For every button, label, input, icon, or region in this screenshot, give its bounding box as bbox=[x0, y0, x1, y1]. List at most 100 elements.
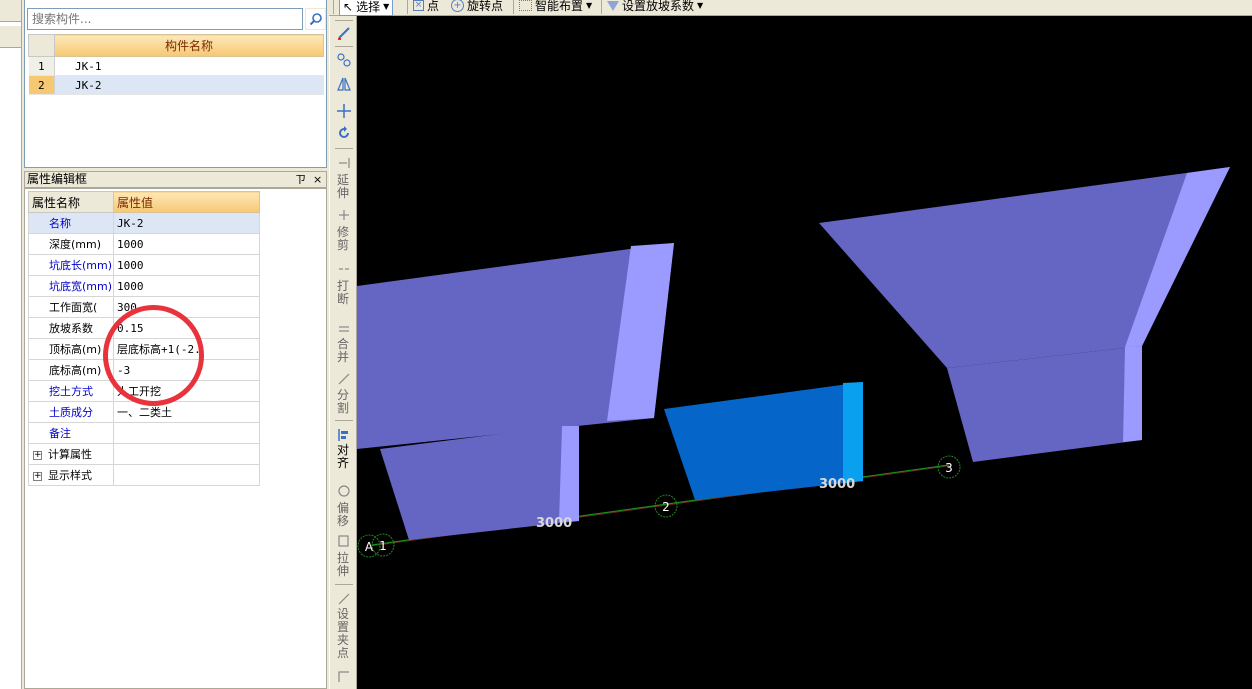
property-row[interactable]: 深度(mm) 1000 bbox=[28, 233, 260, 255]
set-slope-label: 设置放坡系数 bbox=[622, 0, 695, 13]
copy-icon bbox=[337, 53, 351, 67]
property-value[interactable]: 1000 bbox=[113, 275, 260, 297]
svg-text:1: 1 bbox=[379, 539, 387, 553]
row-number: 2 bbox=[28, 75, 55, 95]
mirror-button[interactable] bbox=[334, 75, 354, 93]
offset-icon bbox=[334, 482, 354, 500]
foundation-pit-3[interactable] bbox=[819, 167, 1230, 462]
property-value[interactable] bbox=[113, 422, 260, 444]
component-name[interactable]: JK-1 bbox=[54, 56, 324, 76]
empty-cell bbox=[113, 464, 260, 486]
trim-button[interactable]: 修剪 bbox=[336, 226, 350, 252]
merge-button[interactable]: 合并 bbox=[336, 338, 350, 364]
toolbar-separator bbox=[333, 0, 334, 14]
row-number-header bbox=[28, 34, 55, 57]
set-slope-button[interactable]: 设置放坡系数 ▼ bbox=[607, 0, 703, 14]
property-group[interactable]: + 显示样式 bbox=[28, 464, 114, 486]
split-button[interactable]: 分割 bbox=[336, 389, 350, 415]
drawing-canvas[interactable]: 3000 3000 A 1 2 3 bbox=[357, 16, 1252, 689]
toolbar-separator bbox=[407, 0, 408, 14]
component-name-header[interactable]: 构件名称 bbox=[54, 34, 324, 57]
property-group-row[interactable]: + 显示样式 bbox=[28, 464, 260, 486]
close-icon[interactable]: × bbox=[313, 172, 322, 187]
toolbar-separator bbox=[335, 46, 353, 47]
dropdown-arrow-icon[interactable]: ▼ bbox=[383, 2, 389, 11]
offset-button[interactable]: 偏移 bbox=[336, 502, 350, 528]
property-value[interactable]: 一、二类土 bbox=[113, 401, 260, 423]
grip-icon bbox=[334, 590, 354, 608]
dropdown-arrow-icon[interactable]: ▼ bbox=[586, 1, 592, 10]
component-list-panel: 构件名称 1 JK-1 2 JK-2 bbox=[24, 0, 327, 168]
property-value[interactable]: 1000 bbox=[113, 233, 260, 255]
select-label: 选择 bbox=[356, 0, 381, 14]
foundation-pit-1[interactable] bbox=[357, 243, 674, 540]
pin-icon[interactable]: ㄗ bbox=[295, 172, 306, 187]
stretch-button[interactable]: 拉伸 bbox=[336, 552, 350, 578]
property-row[interactable]: 备注 bbox=[28, 422, 260, 444]
property-row[interactable]: 坑底长(mm) 1000 bbox=[28, 254, 260, 276]
property-value[interactable]: JK-2 bbox=[113, 212, 260, 234]
dock-tab[interactable] bbox=[0, 26, 21, 48]
left-dock-strip bbox=[0, 0, 22, 689]
toolbar-separator bbox=[335, 420, 353, 421]
toolbar-separator bbox=[335, 584, 353, 585]
search-input[interactable] bbox=[27, 8, 303, 30]
dock-tab[interactable] bbox=[0, 0, 21, 22]
rotate-point-icon: + bbox=[451, 0, 464, 12]
edit-vertical-toolbar: 延伸 修剪 打断 合并 分割 对齐 偏移 拉伸 设置夹点 bbox=[329, 16, 357, 689]
property-group-row[interactable]: + 计算属性 bbox=[28, 443, 260, 465]
property-key: 坑底长(mm) bbox=[28, 254, 114, 276]
property-row[interactable]: 坑底宽(mm) 1000 bbox=[28, 275, 260, 297]
break-icon bbox=[334, 260, 354, 278]
annotation-circle bbox=[103, 305, 204, 406]
property-group[interactable]: + 计算属性 bbox=[28, 443, 114, 465]
property-group-label: 显示样式 bbox=[48, 469, 92, 482]
table-row-selected[interactable]: 2 JK-2 bbox=[28, 75, 324, 95]
set-grip-button[interactable]: 设置夹点 bbox=[336, 608, 350, 660]
scene-svg[interactable]: 3000 3000 A 1 2 3 bbox=[357, 16, 1252, 689]
empty-cell bbox=[113, 443, 260, 465]
search-button[interactable] bbox=[305, 8, 326, 30]
property-key: 名称 bbox=[28, 212, 114, 234]
smart-layout-button[interactable]: 智能布置 ▼ bbox=[519, 0, 592, 14]
cursor-icon: ↖ bbox=[343, 0, 354, 14]
rotate-button[interactable] bbox=[334, 124, 354, 142]
dimension-label: 3000 bbox=[536, 516, 572, 531]
property-panel-titlebar: 属性编辑框 ㄗ × bbox=[24, 171, 327, 188]
pen-tool-button[interactable] bbox=[334, 24, 354, 42]
pen-icon bbox=[338, 27, 350, 40]
component-name[interactable]: JK-2 bbox=[54, 75, 324, 95]
copy-button[interactable] bbox=[334, 51, 354, 69]
point-label: 点 bbox=[427, 0, 440, 13]
move-button[interactable] bbox=[334, 102, 354, 120]
point-icon: × bbox=[413, 0, 424, 11]
table-row[interactable]: 1 JK-1 bbox=[28, 56, 324, 76]
point-tool-button[interactable]: × 点 bbox=[413, 0, 439, 14]
property-key: 底标高(m) bbox=[28, 359, 114, 381]
rotate-point-button[interactable]: + 旋转点 bbox=[451, 0, 503, 14]
corner-icon bbox=[334, 668, 354, 686]
extend-button[interactable]: 延伸 bbox=[336, 174, 350, 200]
top-toolbar: ↖ 选择 ▼ × 点 + 旋转点 智能布置 ▼ 设置放坡系数 ▼ bbox=[329, 0, 1252, 16]
axis-marker-2: 2 bbox=[654, 494, 678, 518]
align-button[interactable]: 对齐 bbox=[336, 444, 350, 470]
expand-icon[interactable]: + bbox=[33, 471, 42, 481]
dropdown-arrow-icon[interactable]: ▼ bbox=[697, 1, 703, 10]
property-row[interactable]: 名称 JK-2 bbox=[28, 212, 260, 234]
toolbar-separator bbox=[513, 0, 514, 14]
property-key: 备注 bbox=[28, 422, 114, 444]
toolbar-separator bbox=[601, 0, 602, 14]
property-key: 顶标高(m) bbox=[28, 338, 114, 360]
property-group-label: 计算属性 bbox=[48, 448, 92, 461]
break-button[interactable]: 打断 bbox=[336, 280, 350, 306]
property-panel-title: 属性编辑框 bbox=[27, 172, 88, 186]
extend-icon bbox=[334, 154, 354, 172]
select-tool-button[interactable]: ↖ 选择 ▼ bbox=[339, 0, 394, 16]
property-name-header: 属性名称 bbox=[28, 191, 114, 213]
component-table: 构件名称 1 JK-1 2 JK-2 bbox=[28, 34, 324, 95]
expand-icon[interactable]: + bbox=[33, 450, 42, 460]
toolbar-separator bbox=[335, 148, 353, 149]
property-key: 土质成分 bbox=[28, 401, 114, 423]
property-value[interactable]: 1000 bbox=[113, 254, 260, 276]
smart-layout-label: 智能布置 bbox=[535, 0, 584, 13]
